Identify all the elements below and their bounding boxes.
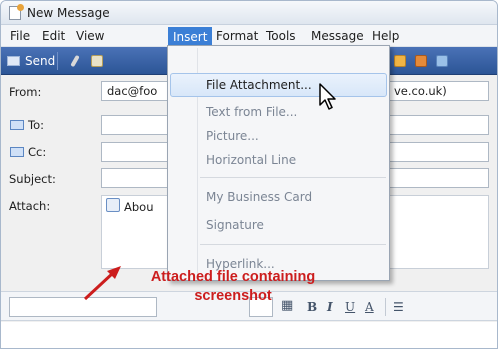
- menu-item-business-card[interactable]: My Business Card: [170, 185, 387, 209]
- annotation-line-1: Attached file containing: [150, 269, 316, 285]
- menu-insert[interactable]: Insert: [168, 27, 213, 47]
- menu-file[interactable]: File: [5, 28, 35, 44]
- menu-item-picture[interactable]: Picture...: [170, 124, 387, 148]
- address-book-icon: [10, 147, 24, 157]
- menu-item-signature[interactable]: Signature: [170, 213, 387, 237]
- menu-bar: File Edit View Insert Format Tools Messa…: [1, 25, 497, 47]
- menu-format[interactable]: Format: [211, 28, 263, 44]
- attach-toolbar-icon[interactable]: [394, 55, 406, 67]
- format-separator: [385, 298, 386, 316]
- from-value-tail: ve.co.uk): [394, 84, 447, 98]
- message-body[interactable]: [1, 322, 497, 348]
- menu-edit[interactable]: Edit: [37, 28, 70, 44]
- mouse-pointer-icon: [319, 83, 336, 110]
- menu-item-horizontal-line[interactable]: Horizontal Line: [170, 148, 387, 172]
- menu-help[interactable]: Help: [367, 28, 404, 44]
- new-message-icon: [9, 4, 24, 20]
- cc-label: Cc:: [28, 145, 47, 159]
- from-value: dac@foo: [107, 84, 158, 98]
- menu-separator: [200, 177, 386, 178]
- title-bar[interactable]: New Message: [1, 1, 497, 25]
- menu-item-file-attachment[interactable]: File Attachment...: [170, 73, 387, 97]
- attached-file-name[interactable]: Abou: [124, 200, 154, 214]
- annotation-line-2: screenshot: [194, 288, 272, 304]
- numbered-list-icon[interactable]: ☰: [393, 300, 404, 314]
- send-icon: [7, 56, 20, 66]
- to-label: To:: [28, 118, 44, 132]
- message-window: New Message File Edit View Insert Format…: [0, 0, 498, 349]
- subject-label: Subject:: [9, 172, 56, 186]
- menu-tools[interactable]: Tools: [261, 28, 301, 44]
- send-label: Send: [25, 54, 56, 68]
- cc-button[interactable]: Cc:: [7, 142, 47, 162]
- send-button[interactable]: Send: [7, 53, 55, 69]
- copy-icon[interactable]: [91, 55, 103, 67]
- attach-label: Attach:: [9, 199, 51, 213]
- sign-icon[interactable]: [436, 55, 448, 67]
- toolbar-separator: [57, 52, 58, 70]
- menu-item-text-from-file[interactable]: Text from File...: [170, 100, 387, 124]
- menu-view[interactable]: View: [71, 28, 109, 44]
- priority-icon[interactable]: [415, 55, 427, 67]
- menu-separator: [200, 244, 386, 245]
- font-color-button[interactable]: A: [365, 300, 374, 314]
- attached-file-icon[interactable]: [106, 198, 120, 212]
- address-book-icon: [10, 120, 24, 130]
- insert-menu: File Attachment... Text from File... Pic…: [167, 45, 390, 281]
- from-label: From:: [9, 85, 42, 99]
- cut-icon[interactable]: [70, 54, 80, 68]
- to-button[interactable]: To:: [7, 115, 45, 135]
- menu-message[interactable]: Message: [306, 28, 369, 44]
- window-title: New Message: [27, 6, 110, 20]
